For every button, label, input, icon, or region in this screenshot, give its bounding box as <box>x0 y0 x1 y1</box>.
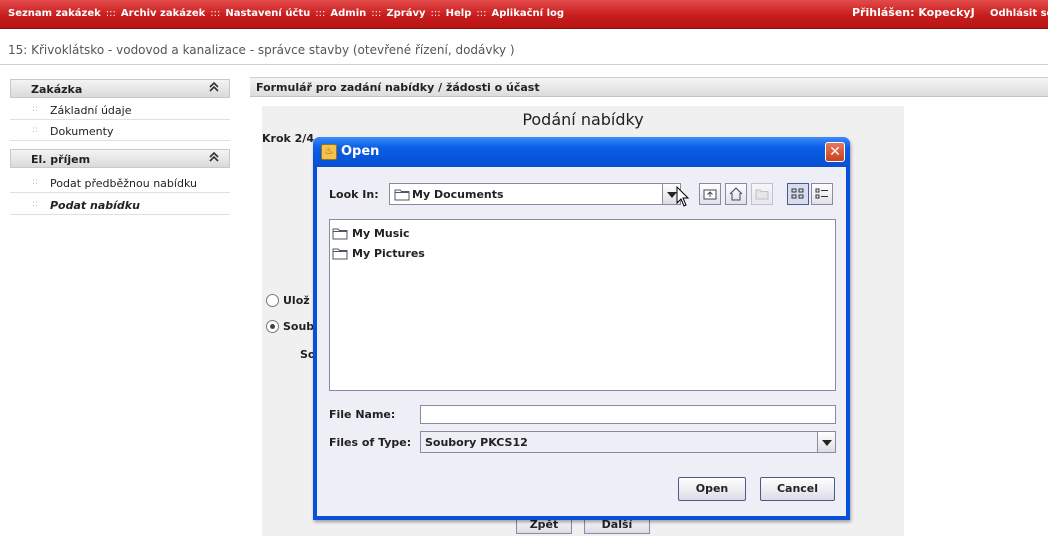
up-folder-icon <box>703 189 717 200</box>
new-folder-button[interactable] <box>751 183 773 205</box>
cancel-button[interactable]: Cancel <box>760 477 835 501</box>
list-view-icon <box>791 188 804 199</box>
new-folder-icon <box>755 189 769 200</box>
page-title: Podání nabídky <box>522 110 644 129</box>
nav-separator: ::: <box>105 8 116 19</box>
nav-item-help[interactable]: Help <box>446 8 472 19</box>
look-in-select[interactable]: My Documents <box>389 183 681 205</box>
nav-item-admin[interactable]: Admin <box>330 8 366 19</box>
folder-icon <box>332 228 348 240</box>
folder-icon <box>332 248 348 260</box>
form-header-title: Formulář pro zadání nabídky / žádosti o … <box>256 81 540 94</box>
details-view-button[interactable] <box>811 183 833 205</box>
bullet-icon: :: <box>32 177 39 187</box>
nav-separator: ::: <box>476 8 487 19</box>
sidebar-item-podat-predbeznou-nabidku[interactable]: :: Podat předběžnou nabídku <box>10 174 230 193</box>
file-list[interactable]: My Music My Pictures <box>329 219 836 391</box>
details-view-icon <box>815 188 828 199</box>
chevron-down-icon[interactable] <box>817 432 835 452</box>
sidebar-section-title: El. příjem <box>31 153 91 166</box>
file-name-label: File Name: <box>329 408 396 421</box>
logged-in-user: Přihlášen: KopeckyJ <box>852 6 975 19</box>
open-file-dialog: ♨ Open ✕ Look In: My Documents My Music … <box>313 137 850 520</box>
nav-separator: ::: <box>430 8 441 19</box>
open-button[interactable]: Open <box>678 477 746 501</box>
form-header: Formulář pro zadání nabídky / žádosti o … <box>250 77 1048 97</box>
nav-separator: ::: <box>210 8 221 19</box>
list-view-button[interactable] <box>787 183 809 205</box>
radio-save-label: Ulož <box>283 294 310 307</box>
look-in-value: My Documents <box>412 188 504 201</box>
nav-items: Seznam zakázek::: Archiv zakázek::: Nastav… <box>8 8 564 19</box>
sidebar-item-zakladni-udaje[interactable]: :: Základní údaje <box>10 101 230 120</box>
sidebar-item-label: Podat předběžnou nabídku <box>50 177 197 190</box>
look-in-label: Look In: <box>329 188 379 201</box>
nav-item-nastaveni-uctu[interactable]: Nastavení účtu <box>225 8 310 19</box>
double-chevron-up-icon[interactable] <box>209 151 219 166</box>
home-button[interactable] <box>725 183 747 205</box>
file-name-field[interactable] <box>420 405 836 424</box>
file-name: My Music <box>352 227 410 240</box>
bullet-icon: :: <box>32 104 39 114</box>
breadcrumb: 15: Křivoklátsko - vodovod a kanalizace … <box>8 43 515 57</box>
sidebar-item-label: Dokumenty <box>50 125 114 138</box>
bullet-icon: :: <box>32 199 39 209</box>
files-of-type-label: Files of Type: <box>329 436 412 449</box>
divider <box>0 64 1048 65</box>
sidebar-item-podat-nabidku[interactable]: :: Podat nabídku <box>10 196 230 215</box>
bullet-icon: :: <box>32 125 39 135</box>
nav-separator: ::: <box>315 8 326 19</box>
files-of-type-select[interactable]: Soubory PKCS12 <box>420 431 836 453</box>
home-icon <box>729 187 743 201</box>
nav-item-aplikacni-log[interactable]: Aplikační log <box>491 8 564 19</box>
sidebar-item-dokumenty[interactable]: :: Dokumenty <box>10 122 230 141</box>
sidebar-item-label: Podat nabídku <box>50 199 140 212</box>
folder-icon <box>394 189 410 201</box>
dialog-body: Look In: My Documents My Music My Pictur… <box>317 167 846 516</box>
logout-link[interactable]: Odhlásit se <box>990 8 1048 19</box>
sidebar-section-zakazka[interactable]: Zakázka <box>10 79 230 98</box>
double-chevron-up-icon[interactable] <box>209 81 219 96</box>
top-navigation-bar: Seznam zakázek::: Archiv zakázek::: Nastav… <box>0 0 1048 29</box>
radio-save[interactable] <box>266 294 279 307</box>
radio-file[interactable] <box>266 320 279 333</box>
sidebar-section-title: Zakázka <box>31 83 83 96</box>
file-name: My Pictures <box>352 247 425 260</box>
java-cup-icon: ♨ <box>321 144 337 160</box>
nav-item-archiv-zakazek[interactable]: Archiv zakázek <box>121 8 205 19</box>
radio-file-label: Soub <box>283 320 315 333</box>
mouse-pointer-icon <box>676 186 690 207</box>
sidebar-item-label: Základní údaje <box>50 104 132 117</box>
nav-item-seznam-zakazek[interactable]: Seznam zakázek <box>8 8 101 19</box>
close-icon[interactable]: ✕ <box>825 142 845 162</box>
up-folder-button[interactable] <box>699 183 721 205</box>
files-of-type-value: Soubory PKCS12 <box>425 436 528 449</box>
nav-item-zpravy[interactable]: Zprávy <box>386 8 425 19</box>
nav-separator: ::: <box>371 8 382 19</box>
dialog-title: Open <box>341 144 380 159</box>
step-indicator: Krok 2/4 <box>262 132 314 145</box>
sidebar-section-el-prijem[interactable]: El. příjem <box>10 149 230 168</box>
dialog-title-bar[interactable]: ♨ Open ✕ <box>313 137 850 167</box>
